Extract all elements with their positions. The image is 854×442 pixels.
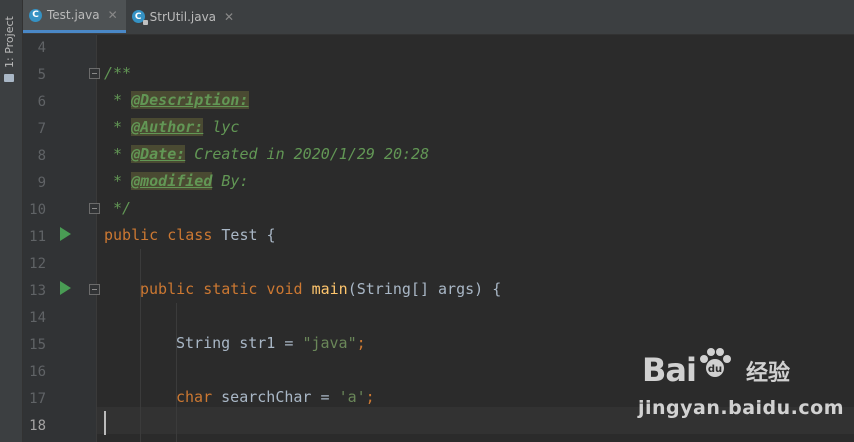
line-number: 6 — [37, 94, 46, 110]
line-number: 12 — [29, 256, 46, 272]
editor-tab-bar: C Test.java ✕ C StrUtil.java ✕ — [23, 0, 854, 35]
code-line-5: /** — [104, 64, 132, 82]
tab-label: Test.java — [47, 8, 100, 22]
line-number: 15 — [29, 337, 46, 353]
run-main-icon[interactable] — [60, 281, 71, 295]
folder-icon — [4, 74, 15, 82]
java-class-locked-icon: C — [131, 10, 148, 25]
text-caret — [104, 411, 106, 435]
baidu-jingyan-watermark: Bai du 经验 jingyan.baidu.com — [638, 345, 844, 435]
watermark-brand-cn: 经验 — [746, 361, 791, 386]
code-line-7: * @Author: lyc — [104, 118, 240, 136]
tool-window-strip: 1: Project — [0, 0, 23, 442]
paw-logo-icon: du — [700, 348, 731, 377]
run-class-icon[interactable] — [60, 227, 71, 241]
code-line-11: public class Test { — [104, 226, 276, 244]
line-number: 7 — [37, 121, 46, 137]
line-number: 17 — [29, 391, 46, 407]
code-line-8: * @Date: Created in 2020/1/29 20:28 — [104, 145, 430, 163]
code-line-13: public static void main(String[] args) { — [140, 280, 502, 298]
line-number: 9 — [37, 175, 46, 191]
java-class-icon: C — [29, 8, 42, 22]
line-number: 4 — [37, 40, 46, 56]
svg-text:du: du — [708, 364, 722, 375]
fold-icon[interactable] — [89, 68, 100, 79]
code-line-10: */ — [104, 199, 132, 217]
project-tool-label: 1: Project — [3, 16, 16, 68]
project-tool-button[interactable]: 1: Project — [3, 10, 16, 82]
code-line-6: * @Description: — [104, 91, 249, 109]
line-number: 5 — [37, 67, 46, 83]
tab-strutil-java[interactable]: C StrUtil.java ✕ — [126, 0, 242, 33]
line-number: 10 — [29, 202, 46, 218]
watermark-site: jingyan.baidu.com — [638, 397, 844, 419]
line-number: 14 — [29, 310, 46, 326]
fold-icon[interactable] — [89, 203, 100, 214]
line-number: 8 — [37, 148, 46, 164]
close-icon[interactable]: ✕ — [224, 10, 234, 24]
tab-test-java[interactable]: C Test.java ✕ — [23, 0, 126, 33]
code-line-9: * @modified By: — [104, 172, 249, 190]
indent-guide — [176, 303, 177, 442]
watermark-brand: Bai — [642, 351, 697, 389]
line-number: 13 — [29, 283, 46, 299]
fold-icon[interactable] — [89, 284, 100, 295]
line-number: 16 — [29, 364, 46, 380]
tab-label: StrUtil.java — [149, 9, 217, 24]
line-number-current: 18 — [29, 418, 46, 434]
line-number: 11 — [29, 229, 46, 245]
close-icon[interactable]: ✕ — [108, 8, 118, 22]
